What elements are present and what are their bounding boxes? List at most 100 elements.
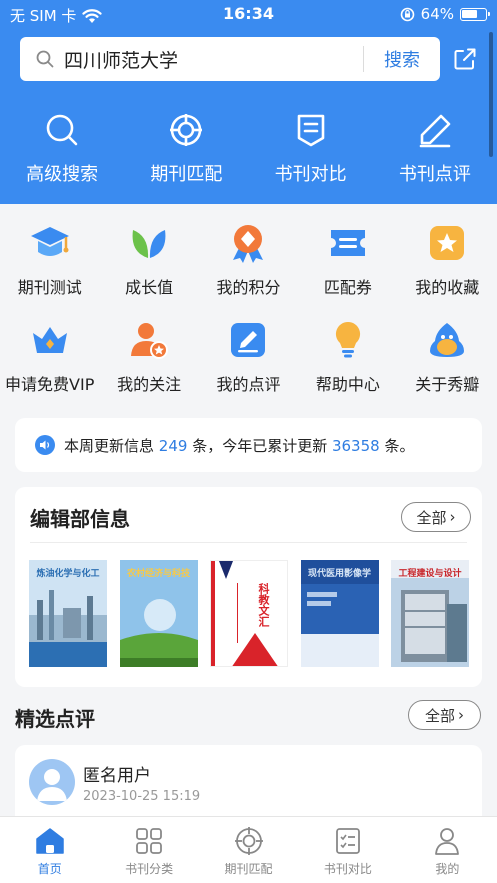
speaker-icon	[35, 435, 55, 455]
document-compare-icon	[297, 114, 324, 147]
tab-profile[interactable]: 我的	[398, 817, 497, 883]
divider	[30, 542, 467, 543]
lightbulb-icon	[335, 321, 360, 358]
grid-label: 我的点评	[216, 375, 281, 394]
grid-label: 我的收藏	[415, 278, 480, 297]
graduation-cap-icon	[30, 227, 69, 256]
battery-icon	[460, 7, 490, 21]
editorial-all-button[interactable]: 全部 ›	[401, 502, 471, 532]
edit-icon	[231, 323, 266, 357]
share-icon[interactable]	[452, 46, 478, 72]
grid-label: 关于秀瓣	[415, 375, 480, 394]
triangle-design-image	[211, 561, 278, 666]
top-menu-label: 书刊点评	[398, 164, 471, 185]
book-review-button[interactable]: 书刊点评	[373, 112, 497, 186]
scroll-indicator	[489, 32, 493, 157]
weekly-count: 249	[158, 436, 188, 455]
user-star-icon	[131, 323, 169, 359]
grid-label: 期刊测试	[17, 278, 82, 297]
grid-label: 帮助中心	[315, 375, 380, 394]
status-bar: 无 SIM 卡 16:34 64%	[0, 0, 497, 30]
reviews-all-button[interactable]: 全部 ›	[408, 700, 481, 730]
my-follows-button[interactable]: 我的关注	[99, 319, 198, 416]
journal-cover[interactable]: 炼油化学与化工	[29, 560, 107, 667]
avatar	[29, 759, 75, 805]
user-icon	[435, 828, 460, 855]
journal-cover[interactable]: 现代医用影像学	[300, 560, 379, 667]
mascot-icon	[430, 323, 465, 357]
grid-label: 成长值	[125, 278, 174, 297]
factory-image	[29, 590, 107, 667]
journal-covers: 炼油化学与化工 农村经济与科技 科教文汇 现代医用影像学 工程建设与设计	[29, 560, 469, 667]
editorial-card: 编辑部信息 全部 › 炼油化学与化工 农村经济与科技 科教文汇 现代医用影像学 …	[15, 487, 482, 687]
update-notice: 本周更新信息 249 条，今年已累计更新 36358 条。	[15, 418, 482, 472]
grid-label: 匹配券	[323, 278, 372, 297]
grid-label: 我的积分	[216, 278, 281, 297]
header: 无 SIM 卡 16:34 64% 四川师范大学 搜索 高级搜索 期刊匹配 书刊…	[0, 0, 497, 204]
journal-cover[interactable]: 农村经济与科技	[119, 560, 198, 667]
journal-cover[interactable]: 科教文汇	[210, 560, 288, 667]
top-menu: 高级搜索 期刊匹配 书刊对比 书刊点评	[0, 112, 497, 186]
my-reviews-button[interactable]: 我的点评	[199, 319, 298, 416]
search-input[interactable]: 四川师范大学	[64, 46, 363, 73]
ticket-icon	[330, 230, 365, 256]
search-bar[interactable]: 四川师范大学 搜索	[20, 37, 440, 81]
checklist-icon	[336, 828, 360, 854]
tab-label: 书刊对比	[323, 862, 372, 876]
my-points-button[interactable]: 我的积分	[199, 222, 298, 319]
home-icon	[35, 828, 64, 854]
top-menu-label: 书刊对比	[274, 164, 347, 185]
search-icon	[36, 50, 54, 68]
building-image	[391, 578, 469, 667]
leaf-icon	[132, 230, 166, 258]
reviews-title: 精选点评	[15, 707, 95, 731]
notice-text-part: 条。	[379, 436, 415, 455]
grid-label: 我的关注	[117, 375, 182, 394]
notice-text: 本周更新信息 249 条，今年已累计更新 36358 条。	[64, 435, 414, 456]
review-item[interactable]: 匿名用户 2023-10-25 15:19	[15, 745, 482, 825]
advanced-search-button[interactable]: 高级搜索	[0, 112, 124, 186]
growth-value-button[interactable]: 成长值	[99, 222, 198, 319]
tab-bar: 首页 书刊分类 期刊匹配 书刊对比 我的	[0, 816, 497, 883]
notice-text-part: 条，今年已累计更新	[187, 436, 332, 455]
crown-icon	[32, 327, 67, 353]
tab-label: 我的	[435, 862, 460, 876]
journal-match-button[interactable]: 期刊匹配	[124, 112, 248, 186]
tab-compare[interactable]: 书刊对比	[298, 817, 397, 883]
match-coupon-button[interactable]: 匹配券	[298, 222, 397, 319]
feature-grid: 期刊测试 成长值 我的积分 匹配券 我的收藏 申请免费VIP 我的关注 我的点评…	[0, 222, 497, 416]
tab-label: 书刊分类	[125, 862, 174, 876]
review-user-name: 匿名用户	[83, 766, 151, 786]
target-icon	[234, 827, 263, 855]
tab-categories[interactable]: 书刊分类	[99, 817, 198, 883]
pen-icon	[419, 114, 451, 148]
tab-label: 期刊匹配	[224, 862, 273, 876]
orientation-lock-icon	[400, 7, 414, 21]
tab-label: 首页	[37, 862, 62, 876]
about-xiuban-button[interactable]: 关于秀瓣	[398, 319, 497, 416]
grid-icon	[136, 828, 163, 854]
chevron-right-icon: ›	[458, 706, 464, 724]
tab-home[interactable]: 首页	[0, 817, 99, 883]
reviews-all-label: 全部	[424, 706, 455, 725]
journal-cover[interactable]: 工程建设与设计	[391, 560, 469, 667]
grid-label: 申请免费VIP	[5, 375, 95, 394]
my-favorites-button[interactable]: 我的收藏	[398, 222, 497, 319]
search-icon	[46, 114, 78, 146]
help-center-button[interactable]: 帮助中心	[298, 319, 397, 416]
search-button[interactable]: 搜索	[364, 46, 440, 72]
target-icon	[170, 114, 203, 146]
apply-free-vip-button[interactable]: 申请免费VIP	[0, 319, 99, 416]
star-box-icon	[430, 226, 465, 260]
journal-test-button[interactable]: 期刊测试	[0, 222, 99, 319]
farm-image	[119, 599, 198, 667]
top-menu-label: 高级搜索	[26, 164, 99, 185]
medical-scan-image	[300, 584, 379, 667]
review-time: 2023-10-25 15:19	[83, 789, 201, 804]
tab-journal-match[interactable]: 期刊匹配	[199, 817, 298, 883]
cover-title: 科教文汇	[257, 583, 270, 627]
editorial-all-label: 全部	[416, 508, 447, 527]
book-compare-button[interactable]: 书刊对比	[249, 112, 373, 186]
battery-percent: 64%	[420, 5, 454, 23]
yearly-count: 36358	[331, 436, 380, 455]
